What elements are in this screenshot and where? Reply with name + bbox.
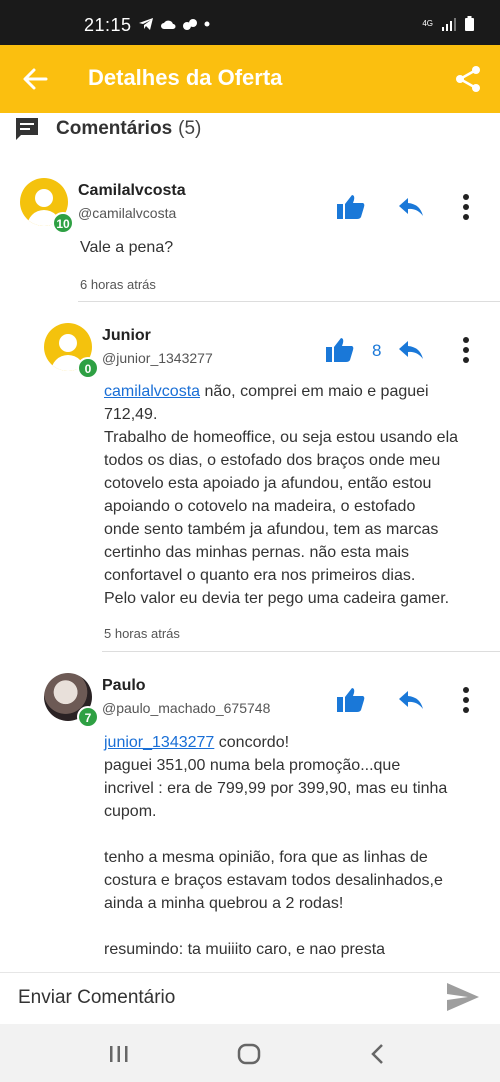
comment-junior: 0 Junior @junior_1343277 8 camilalvcosta… bbox=[0, 315, 500, 655]
comment-author[interactable]: Paulo bbox=[102, 677, 146, 695]
comment-text: Vale a pena? bbox=[80, 239, 174, 256]
status-system-icons: 4G bbox=[422, 16, 474, 31]
reply-icon[interactable] bbox=[398, 689, 424, 711]
comments-count: (5) bbox=[178, 118, 202, 139]
mention-link[interactable]: camilalvcosta bbox=[104, 383, 200, 400]
status-time: 21:15 bbox=[84, 15, 132, 35]
comment-handle: @camilalvcosta bbox=[78, 205, 177, 221]
comment-author[interactable]: Camilalvcosta bbox=[78, 182, 186, 200]
cloud-icon bbox=[161, 20, 176, 29]
thumbs-up-icon[interactable] bbox=[336, 194, 366, 220]
reply-icon[interactable] bbox=[398, 196, 424, 218]
app-bar: Detalhes da Oferta bbox=[0, 45, 500, 113]
comment-input[interactable]: Enviar Comentário bbox=[18, 987, 175, 1009]
page-title: Detalhes da Oferta bbox=[88, 65, 283, 90]
thumbs-up-icon[interactable] bbox=[336, 687, 366, 713]
signal-icon bbox=[442, 17, 456, 31]
network-type: 4G bbox=[422, 18, 433, 28]
comment-text: camilalvcosta não, comprei em maio e pag… bbox=[104, 383, 459, 607]
more-vertical-icon[interactable] bbox=[462, 687, 470, 713]
comment-time: 5 horas atrás bbox=[104, 626, 180, 641]
comment-composer: Enviar Comentário bbox=[0, 972, 500, 1024]
comments-header: Comentários (5) bbox=[14, 116, 201, 142]
battery-icon bbox=[465, 16, 474, 31]
comment-paulo: 7 Paulo @paulo_machado_675748 junior_134… bbox=[0, 665, 500, 970]
comment-handle: @paulo_machado_675748 bbox=[102, 700, 271, 716]
telegram-icon bbox=[139, 18, 153, 30]
thumbs-up-icon[interactable] bbox=[325, 337, 355, 363]
more-vertical-icon[interactable] bbox=[462, 194, 470, 220]
divider bbox=[102, 651, 500, 652]
comment-camilalvcosta: 10 Camilalvcosta @camilalvcosta Vale a p… bbox=[0, 170, 500, 305]
system-nav-bar bbox=[0, 1024, 500, 1082]
status-bar: 21:15 4G bbox=[0, 0, 500, 45]
comment-icon bbox=[16, 118, 38, 140]
comment-handle: @junior_1343277 bbox=[102, 350, 213, 366]
home-icon[interactable] bbox=[237, 1042, 261, 1066]
level-badge: 7 bbox=[77, 706, 99, 728]
reply-icon[interactable] bbox=[398, 339, 424, 361]
send-icon[interactable] bbox=[446, 982, 480, 1012]
more-vertical-icon[interactable] bbox=[462, 337, 470, 363]
dot-icon bbox=[204, 21, 210, 27]
back-icon[interactable] bbox=[370, 1043, 386, 1065]
comment-text: junior_1343277 concordo! paguei 351,00 n… bbox=[104, 734, 448, 958]
comments-title: Comentários bbox=[56, 118, 173, 139]
app-notification-icon bbox=[183, 19, 197, 30]
level-badge: 10 bbox=[52, 212, 74, 234]
comment-author[interactable]: Junior bbox=[102, 327, 151, 345]
divider bbox=[78, 301, 500, 302]
like-count: 8 bbox=[372, 341, 382, 360]
share-icon[interactable] bbox=[454, 65, 482, 93]
mention-link[interactable]: junior_1343277 bbox=[104, 734, 214, 751]
status-notification-icons bbox=[138, 17, 210, 31]
comment-time: 6 horas atrás bbox=[80, 277, 156, 292]
back-arrow-icon[interactable] bbox=[22, 65, 48, 93]
level-badge: 0 bbox=[77, 357, 99, 379]
recent-apps-icon[interactable] bbox=[108, 1044, 130, 1064]
